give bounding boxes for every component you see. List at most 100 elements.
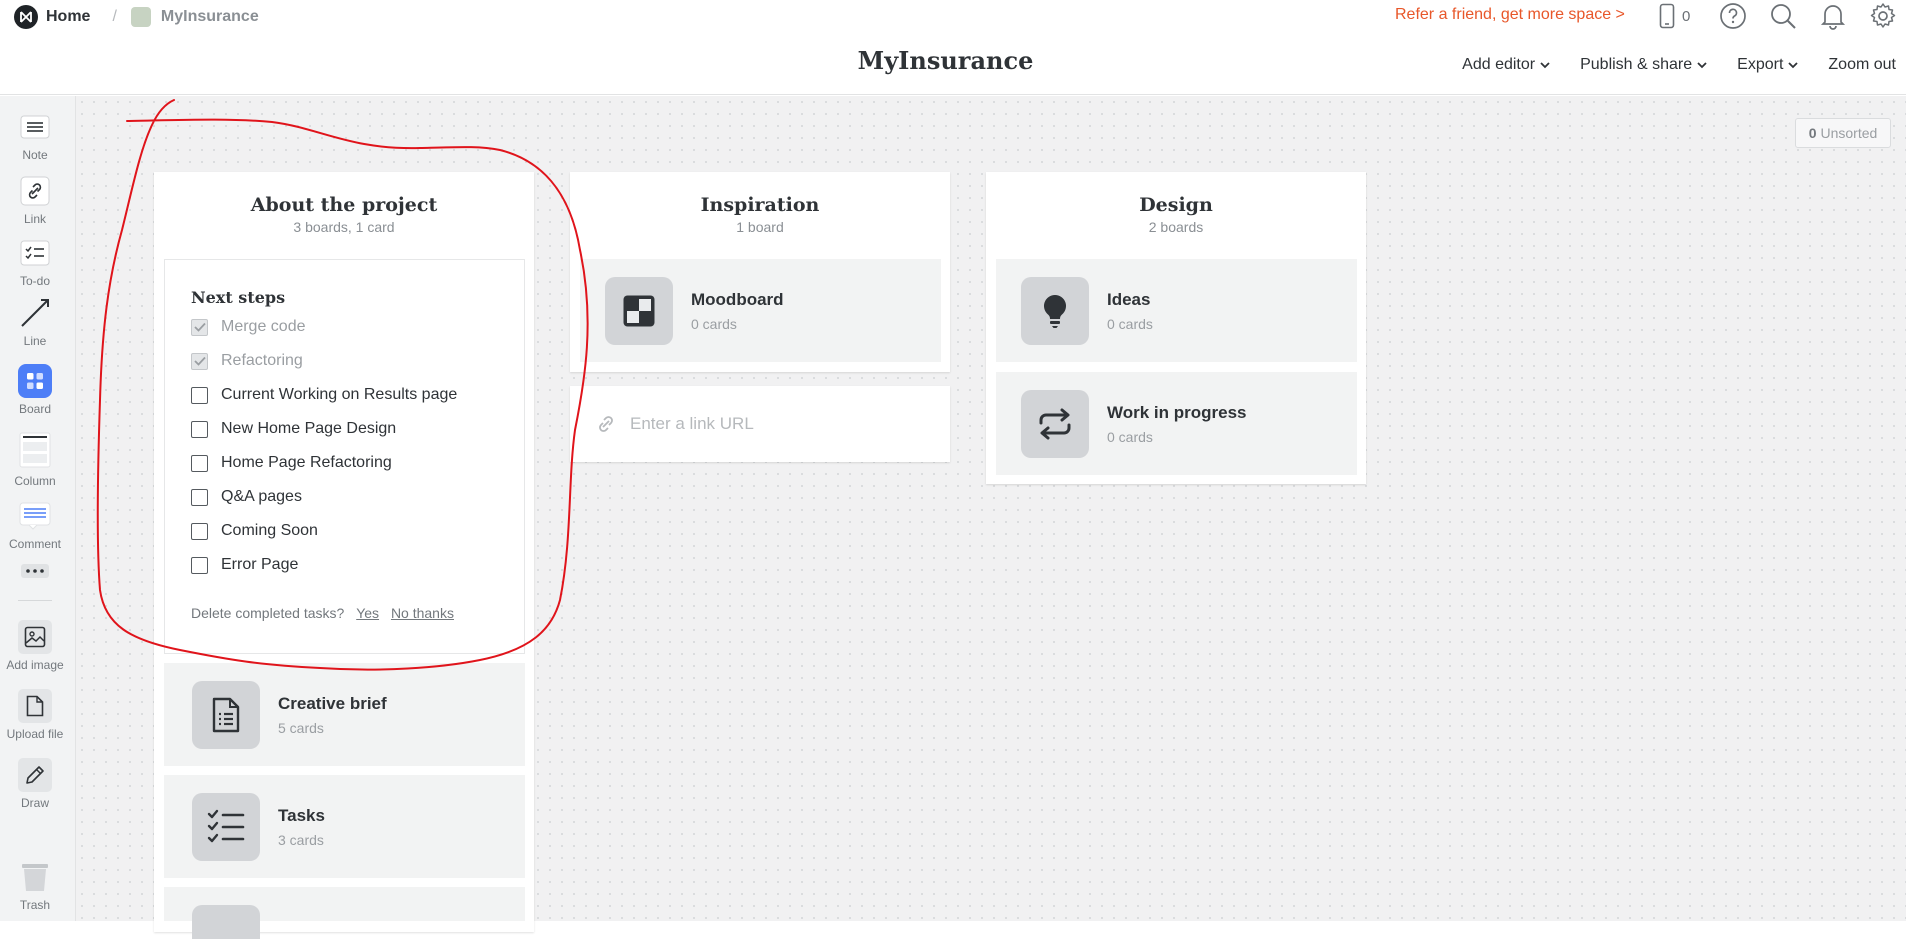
checkbox-checked[interactable] (191, 352, 208, 370)
publish-share-menu[interactable]: Publish & share (1580, 56, 1707, 74)
help-icon[interactable] (1718, 1, 1748, 31)
trash-button[interactable]: Trash (0, 860, 70, 912)
tool-draw-label: Draw (20, 796, 49, 810)
todo-item-label: Q&A pages (221, 488, 302, 505)
board-card-creative-brief[interactable]: Creative brief 5 cards (164, 663, 525, 766)
todo-title[interactable]: Next steps (191, 288, 285, 307)
tool-column-label: Column (14, 474, 56, 488)
board-icon (18, 364, 52, 398)
zoom-out-button[interactable]: Zoom out (1828, 56, 1896, 74)
delete-yes-link[interactable]: Yes (356, 605, 379, 621)
tool-upload-file[interactable]: Upload file (0, 689, 70, 741)
todo-item[interactable]: Q&A pages (191, 488, 302, 506)
board-card-moodboard[interactable]: Moodboard 0 cards (580, 259, 941, 362)
delete-no-thanks-link[interactable]: No thanks (391, 605, 454, 621)
file-icon (18, 689, 52, 723)
column-title[interactable]: About the project (154, 194, 534, 216)
todo-item[interactable]: New Home Page Design (191, 420, 396, 438)
checkbox-unchecked[interactable] (191, 488, 208, 506)
tool-board[interactable]: Board (0, 364, 70, 416)
checklist-icon (192, 792, 260, 861)
checkmark-icon (193, 322, 206, 332)
board-count: 0 cards (1107, 315, 1153, 332)
todo-item-label: Error Page (221, 556, 299, 573)
top-icons: 0 (1656, 1, 1898, 31)
checkbox-unchecked[interactable] (191, 556, 208, 574)
todo-item[interactable]: Current Working on Results page (191, 386, 457, 404)
header-menu: Add editor Publish & share Export Zoom o… (1432, 56, 1896, 74)
refer-friend-link[interactable]: Refer a friend, get more space > (1395, 6, 1625, 24)
device-count: 0 (1682, 7, 1691, 25)
tool-note[interactable]: Note (0, 110, 70, 162)
mobile-device-icon[interactable] (1656, 1, 1678, 31)
tool-link[interactable]: Link (0, 174, 70, 226)
breadcrumb-board[interactable]: MyInsurance (161, 8, 259, 26)
column-icon (18, 430, 52, 470)
board-title: Moodboard (691, 289, 784, 309)
todo-item[interactable]: Merge code (191, 318, 306, 336)
column-title[interactable]: Design (986, 194, 1366, 216)
board-color-icon (130, 7, 151, 27)
lightbulb-icon (1021, 276, 1089, 345)
todo-item[interactable]: Home Page Refactoring (191, 454, 392, 472)
board-title: Creative brief (278, 693, 387, 713)
tool-todo[interactable]: To-do (0, 236, 70, 288)
search-icon[interactable] (1768, 1, 1798, 31)
add-editor-menu[interactable]: Add editor (1462, 56, 1550, 74)
chevron-down-icon (1788, 61, 1799, 68)
column-subtitle: 1 board (736, 219, 784, 235)
chevron-down-icon (1697, 61, 1707, 68)
board-count: 3 cards (278, 831, 324, 848)
checkbox-unchecked[interactable] (191, 420, 208, 438)
todo-item[interactable]: Error Page (191, 556, 298, 574)
board-card-tasks[interactable]: Tasks 3 cards (164, 775, 525, 878)
board-count: 5 cards (278, 719, 324, 736)
checkbox-checked[interactable] (191, 318, 208, 336)
breadcrumb-home[interactable]: Home (46, 8, 90, 26)
board-count: 0 cards (691, 315, 737, 332)
checkbox-unchecked[interactable] (191, 386, 208, 404)
link-icon (18, 174, 52, 208)
column-title[interactable]: Inspiration (570, 194, 950, 216)
settings-gear-icon[interactable] (1868, 1, 1898, 31)
more-dots-icon (21, 564, 49, 578)
notifications-bell-icon[interactable] (1818, 1, 1848, 31)
publish-share-label: Publish & share (1580, 56, 1693, 73)
tool-upload-file-label: Upload file (6, 727, 64, 741)
todo-item[interactable]: Coming Soon (191, 522, 318, 540)
todo-card[interactable]: Next steps Merge code Refactoring Current … (164, 259, 525, 654)
todo-item[interactable]: Refactoring (191, 352, 303, 370)
tool-draw[interactable]: Draw (0, 758, 70, 810)
checkbox-unchecked[interactable] (191, 454, 208, 472)
checkbox-unchecked[interactable] (191, 522, 208, 540)
tool-column[interactable]: Column (0, 430, 70, 488)
tool-line[interactable]: Line (0, 296, 70, 348)
todo-item-label: Merge code (221, 318, 306, 335)
add-editor-label: Add editor (1462, 56, 1536, 73)
column-subtitle: 2 boards (1148, 219, 1204, 235)
board-card-partial[interactable] (164, 887, 525, 939)
unsorted-count: 0 (1808, 125, 1817, 141)
milanote-logo-icon[interactable] (14, 5, 38, 29)
unsorted-label: Unsorted (1820, 125, 1878, 141)
unsorted-button[interactable]: 0 Unsorted (1795, 118, 1891, 148)
partial-board-icon (192, 905, 260, 939)
breadcrumb-separator: / (112, 8, 117, 25)
tool-note-label: Note (22, 148, 48, 162)
link-card[interactable] (570, 386, 950, 462)
export-menu[interactable]: Export (1737, 56, 1799, 74)
board-card-ideas[interactable]: Ideas 0 cards (996, 259, 1357, 362)
link-icon (596, 414, 616, 434)
moodboard-icon (605, 276, 673, 345)
link-url-input[interactable] (630, 414, 930, 434)
tool-add-image[interactable]: Add image (0, 620, 70, 672)
board-card-work-in-progress[interactable]: Work in progress 0 cards (996, 372, 1357, 475)
board-title: Tasks (278, 805, 325, 825)
todo-item-label: Home Page Refactoring (221, 454, 392, 471)
todo-item-label: Coming Soon (221, 522, 318, 539)
board-title: Work in progress (1107, 402, 1247, 422)
board-count: 0 cards (1107, 428, 1153, 445)
note-icon (18, 110, 52, 144)
more-tools-button[interactable] (0, 564, 70, 578)
tool-comment[interactable]: Comment (0, 499, 70, 551)
